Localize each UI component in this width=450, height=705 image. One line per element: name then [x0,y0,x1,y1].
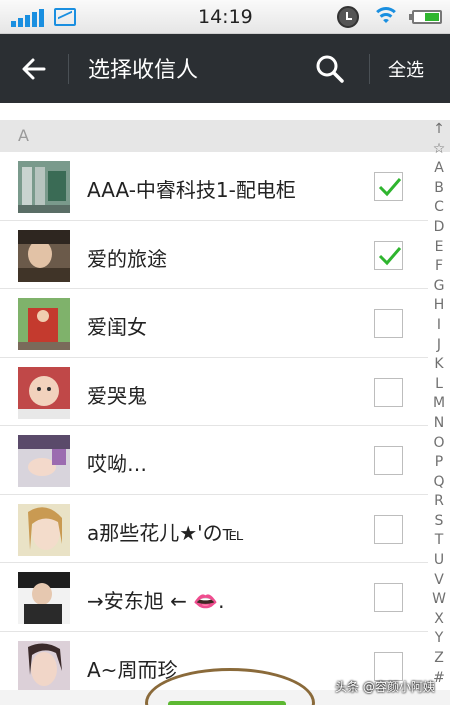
index-letter[interactable]: F [429,257,449,277]
signal-icon [11,9,45,27]
index-letter[interactable]: U [429,551,449,571]
contact-row[interactable]: a那些花儿★'の℡ [0,495,428,563]
contact-name: 爱的旅途 [87,246,167,271]
index-letter[interactable]: Q [429,473,449,493]
contact-checkbox[interactable] [374,309,403,338]
image-icon [54,8,76,26]
contact-row[interactable]: 爱闺女 [0,289,428,358]
select-all-button[interactable]: 全选 [388,56,424,82]
contact-checkbox[interactable] [374,446,403,475]
alphabet-index[interactable]: ↑ ☆ A B C D E F G H I J K L M N O P Q R … [429,120,449,690]
index-letter[interactable]: D [429,218,449,238]
contact-row[interactable]: 爱的旅途 [0,221,428,289]
alarm-icon [337,6,359,28]
contact-checkbox[interactable] [374,172,403,201]
contact-row[interactable]: 爱哭鬼 [0,358,428,426]
index-letter[interactable]: Z [429,649,449,669]
index-letter[interactable]: C [429,198,449,218]
watermark: 头条 @容颜小阿姨 [335,680,435,694]
back-arrow-icon [22,58,46,80]
contact-name: A~周而珍 [87,657,178,682]
contact-checkbox[interactable] [374,651,403,681]
contact-row[interactable]: AAA-中睿科技1-配电柜 [0,152,428,221]
index-letter[interactable]: N [429,414,449,434]
avatar [18,229,70,282]
contact-name: 哎呦… [87,452,147,476]
index-letter[interactable]: I [429,316,449,336]
index-letter[interactable]: H [429,296,449,316]
checkmark-icon [378,246,402,265]
index-letter[interactable]: M [429,394,449,414]
wifi-icon [372,5,400,27]
section-header: A [0,120,450,152]
avatar [18,161,70,213]
index-letter[interactable]: J [429,336,449,356]
contact-checkbox[interactable] [374,583,403,612]
index-letter[interactable]: R [429,492,449,512]
index-letter[interactable]: K [429,355,449,375]
index-letter[interactable]: V [429,571,449,591]
back-button[interactable] [14,51,54,87]
index-letter[interactable]: ↑ [429,120,449,140]
battery-icon [409,10,442,24]
index-letter[interactable]: S [429,512,449,532]
status-time: 14:19 [198,6,253,28]
checkmark-icon [378,178,402,197]
contact-name: AAA-中睿科技1-配电柜 [87,178,296,202]
contact-checkbox[interactable] [374,377,403,407]
avatar [18,572,70,624]
top-app-bar: 选择收信人 全选 [0,34,450,103]
page-title: 选择收信人 [88,58,199,83]
search-button[interactable] [310,51,350,87]
avatar [18,640,70,693]
contact-list: AAA-中睿科技1-配电柜 爱的旅途 爱闺女 爱哭鬼 哎呦… a那些花儿★'の℡… [0,152,428,700]
header-divider [68,54,69,84]
index-letter[interactable]: O [429,434,449,454]
contact-name: a那些花儿★'の℡ [87,520,245,545]
contact-name: 爱哭鬼 [87,383,147,408]
contact-checkbox[interactable] [374,514,403,544]
index-letter[interactable]: G [429,277,449,297]
avatar [18,435,70,487]
index-letter[interactable]: P [429,453,449,473]
contact-name: 爱闺女 [87,315,147,339]
avatar [18,503,70,556]
index-letter[interactable]: X [429,610,449,630]
contact-name: →安东旭 ← 👄. [87,589,225,613]
avatar [18,366,70,419]
index-letter[interactable]: T [429,531,449,551]
contact-checkbox[interactable] [374,240,403,270]
index-letter[interactable]: Y [429,629,449,649]
header-divider [369,54,370,84]
index-letter[interactable]: A [429,159,449,179]
index-letter[interactable]: W [429,590,449,610]
index-letter[interactable]: E [429,238,449,258]
contact-row[interactable]: 哎呦… [0,426,428,495]
avatar [18,298,70,350]
status-bar: 14:19 [0,0,450,34]
search-icon [316,55,344,83]
contact-row[interactable]: →安东旭 ← 👄. [0,563,428,632]
index-letter[interactable]: ☆ [429,140,449,160]
index-letter[interactable]: L [429,375,449,395]
index-letter[interactable]: B [429,179,449,199]
